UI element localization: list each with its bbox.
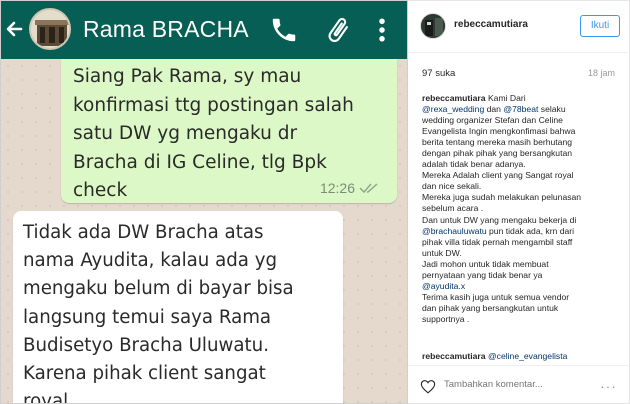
- caption-line: sebelum acara .: [422, 203, 484, 214]
- like-count[interactable]: 97 suka: [422, 68, 455, 79]
- post-date[interactable]: 18 jam: [588, 68, 615, 78]
- caption-text: pun tidak ada, krn dari: [489, 225, 575, 236]
- message-line: langsung temui saya Rama: [23, 306, 272, 328]
- post-caption: rebeccamutiara Kami Dari @rexa_wedding d…: [422, 93, 622, 345]
- message-line: konfirmasi ttg postingan salah: [73, 94, 354, 116]
- more-options-icon[interactable]: ···: [600, 378, 617, 394]
- caption-line: supportnya .: [422, 313, 470, 324]
- incoming-message: Tidak ada DW Bracha atas nama Ayudita, k…: [13, 211, 343, 404]
- caption-line: @rexa_wedding dan @78beat selaku: [422, 104, 622, 115]
- post-header: rebeccamutiara Ikuti: [408, 1, 630, 53]
- caption-line: pihak villa tidak pernah mengambil staff: [422, 236, 573, 247]
- message-line: satu DW yg mengaku dr: [73, 123, 298, 144]
- caption-line: Terima kasih juga untuk semua vendor: [422, 291, 570, 302]
- caption-line: Mereka Adalah client yang Sangat royal: [422, 170, 574, 181]
- caption-line: pernyataan yang tidak benar ya: [422, 269, 543, 280]
- double-check-icon: [359, 183, 378, 194]
- caption-text: selaku: [540, 104, 566, 115]
- message-line: royal: [23, 391, 69, 404]
- mention-link[interactable]: @brachauluwatu: [422, 226, 487, 236]
- message-line: Bracha di IG Celine, tlg Bpk: [73, 151, 327, 173]
- post-username[interactable]: rebeccamutiara: [454, 19, 528, 30]
- comment-input[interactable]: [444, 379, 594, 390]
- whatsapp-screenshot: Rama BRACHA Siang Pak Rama, sy mau konfi…: [0, 0, 408, 404]
- caption-line: @brachauluwatu pun tidak ada, krn dari: [422, 226, 622, 237]
- caption-line: Mereka juga sudah melakukan pelunasan: [422, 192, 582, 203]
- caption-text: Kami Dari: [487, 93, 526, 103]
- mention-link[interactable]: @rexa_wedding: [422, 104, 484, 114]
- mention-link[interactable]: @celine_evangelista: [488, 351, 567, 361]
- caption-line: dan pihak yang bersangkutan untuk: [422, 302, 559, 313]
- caption-username[interactable]: rebeccamutiara: [422, 93, 486, 103]
- back-arrow-icon[interactable]: [5, 14, 27, 44]
- caption-line: wedding organizer Stefan dan Celine: [422, 115, 563, 126]
- mention-link[interactable]: @78beat: [503, 104, 538, 114]
- contact-name[interactable]: Rama BRACHA: [83, 16, 249, 43]
- caption-line: Evangelista Ingin mengkonfimasi bahwa: [422, 126, 576, 137]
- message-line: nama Ayudita, kalau ada yg: [23, 250, 278, 272]
- phone-icon[interactable]: [269, 15, 299, 45]
- follow-button[interactable]: Ikuti: [580, 15, 620, 37]
- message-line: Tidak ada DW Bracha atas: [23, 222, 264, 243]
- caption-line: dengan pihak pihak yang bersangkutan: [422, 148, 573, 159]
- message-line: mengaku belum di bayar bisa: [23, 278, 294, 300]
- caption-line: adalah tidak benar adanya.: [422, 159, 526, 170]
- caption-line: untuk DW.: [422, 247, 462, 258]
- caption-line: Dan untuk DW yang mengaku bekerja di: [422, 214, 577, 225]
- outgoing-message: Siang Pak Rama, sy mau konfirmasi ttg po…: [61, 59, 397, 203]
- chat-body: Siang Pak Rama, sy mau konfirmasi ttg po…: [1, 59, 407, 404]
- chat-header: Rama BRACHA: [1, 1, 407, 59]
- instagram-post-panel: rebeccamutiara Ikuti 97 suka 18 jam rebe…: [408, 0, 630, 404]
- user-avatar[interactable]: [420, 13, 446, 39]
- mention-link[interactable]: @ayudita.x: [422, 281, 465, 291]
- message-time: 12:26: [319, 180, 355, 196]
- more-vertical-icon[interactable]: [367, 15, 397, 45]
- caption-text: dan: [486, 104, 501, 115]
- caption-first-line: rebeccamutiara Kami Dari: [422, 93, 622, 104]
- caption-line: Jadi mohon untuk tidak membuat: [422, 258, 549, 269]
- comment-username[interactable]: rebeccamutiara: [422, 351, 486, 361]
- contact-avatar[interactable]: [29, 8, 71, 50]
- message-line: Siang Pak Rama, sy mau: [73, 66, 302, 87]
- caption-line: @ayudita.x: [422, 281, 622, 292]
- caption-line: berita tentang mereka masih berhutang: [422, 137, 573, 148]
- message-line: Budisetyo Bracha Uluwatu.: [23, 334, 269, 356]
- comment-item: rebeccamutiara @celine_evangelista: [422, 351, 622, 361]
- attachment-icon[interactable]: [323, 15, 353, 45]
- comment-bar: ···: [408, 365, 630, 404]
- message-line: Karena pihak client sangat: [23, 363, 266, 385]
- heart-icon[interactable]: [420, 379, 436, 394]
- caption-line: dan nice sekali.: [422, 181, 482, 192]
